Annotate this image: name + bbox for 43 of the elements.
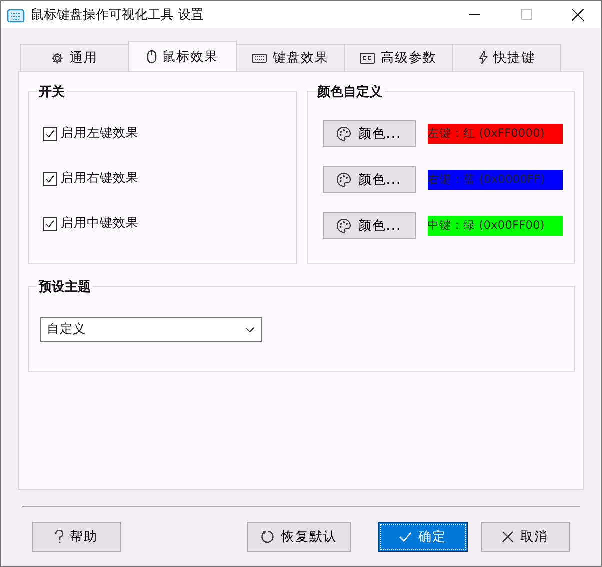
tab[interactable]: 鼠标效果 — [128, 41, 237, 71]
question-mark-icon — [55, 530, 64, 544]
minimize-icon — [468, 14, 480, 15]
cc-icon — [360, 52, 375, 64]
color-button[interactable]: 颜色... — [322, 120, 416, 147]
palette-icon — [336, 218, 352, 234]
close-icon — [572, 8, 584, 20]
checkbox-label: 启用右键效果 — [61, 170, 139, 187]
dialog-button[interactable]: 确定 — [378, 522, 468, 552]
maximize-icon — [520, 9, 532, 20]
checkbox-box[interactable] — [43, 126, 57, 140]
dialog-button[interactable]: 取消 — [480, 522, 570, 552]
group-title: 开关 — [37, 83, 67, 101]
checkbox-label: 启用左键效果 — [61, 125, 139, 142]
color-label: 左键：红 (0xFF0000) — [428, 124, 562, 144]
chevron-icon — [245, 326, 255, 332]
window-title: 鼠标键盘操作可视化工具 设置 — [31, 6, 206, 24]
palette-icon — [336, 126, 352, 142]
color-label: 右键：蓝 (0x0000FF) — [428, 170, 562, 190]
close-icon — [502, 531, 514, 543]
group-title: 颜色自定义 — [316, 83, 384, 101]
checkbox-box[interactable] — [43, 216, 57, 230]
check-icon — [399, 532, 412, 542]
lightning-icon — [478, 51, 488, 65]
color-button[interactable]: 颜色... — [322, 212, 416, 239]
checkbox[interactable]: 启用右键效果 — [43, 171, 296, 186]
color-label: 中键：绿 (0x00FF00) — [428, 216, 562, 236]
dialog-button[interactable]: 恢复默认 — [247, 522, 352, 552]
keyboard-icon — [252, 54, 267, 62]
checkbox[interactable]: 启用左键效果 — [43, 126, 296, 141]
color-button[interactable]: 颜色... — [322, 166, 416, 193]
tab[interactable]: 快捷键 — [452, 44, 561, 71]
reset-icon — [261, 530, 276, 544]
tab[interactable]: 通用 — [20, 44, 129, 71]
mouse-icon — [146, 50, 156, 64]
checkbox-label: 启用中键效果 — [61, 215, 139, 232]
group-title: 预设主题 — [37, 278, 93, 296]
checkbox[interactable]: 启用中键效果 — [43, 216, 296, 231]
dialog-button[interactable]: 帮助 — [32, 522, 122, 552]
theme-dropdown[interactable]: 自定义 — [40, 317, 262, 342]
palette-icon — [336, 172, 352, 188]
gear-icon — [51, 52, 64, 64]
checkbox-box[interactable] — [43, 172, 57, 186]
